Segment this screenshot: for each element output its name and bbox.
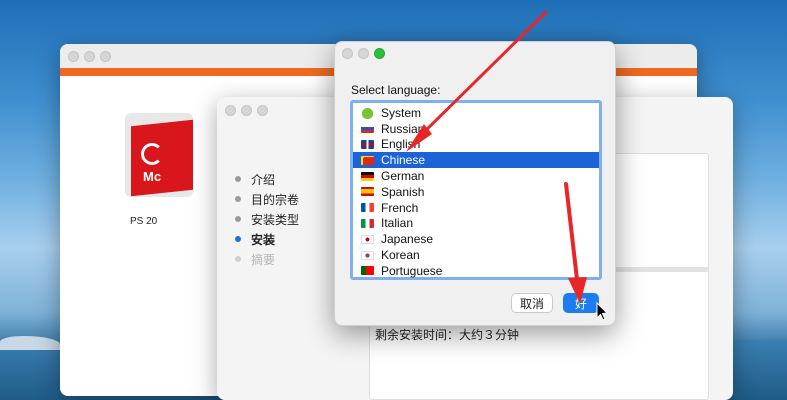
arrowhead-icon [568, 277, 587, 304]
annotation-arrows [406, 10, 609, 321]
arrow-to-chinese [406, 10, 548, 152]
arrow-to-ok [564, 182, 587, 304]
mouse-pointer-icon [596, 301, 609, 321]
